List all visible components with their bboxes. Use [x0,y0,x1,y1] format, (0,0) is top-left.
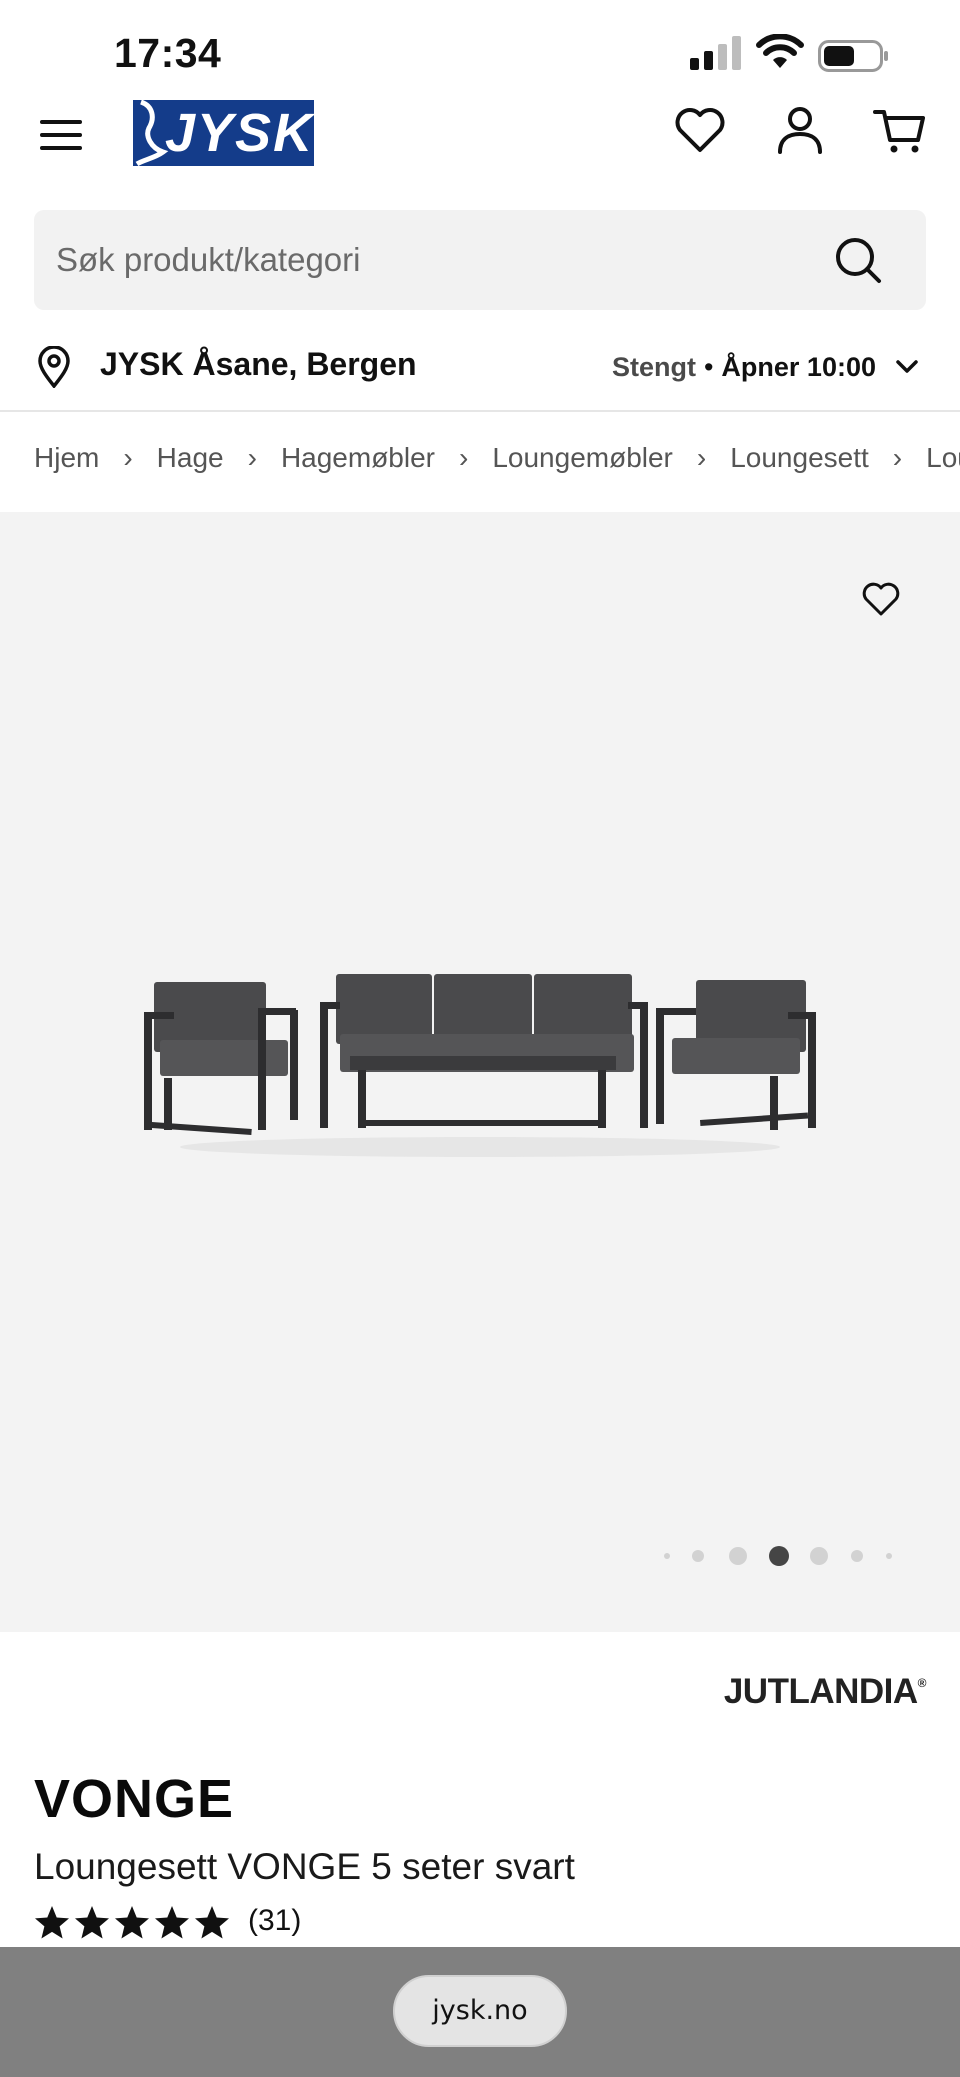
review-count: (31) [248,1904,302,1937]
product-image [144,974,816,1157]
status-bar: 17:34 [0,0,960,100]
product-image-gallery[interactable] [0,512,960,1632]
pagination-dot[interactable] [729,1547,747,1565]
store-opening-time: Åpner 10:00 [721,352,876,382]
location-pin-icon [38,346,70,388]
pagination-dot[interactable] [664,1553,670,1559]
breadcrumb-item-home[interactable]: Hjem [34,442,99,474]
registered-mark: ® [917,1676,927,1690]
chevron-right-icon: › [123,441,133,473]
pagination-dot-active[interactable] [769,1546,789,1566]
chevron-right-icon: › [696,441,707,473]
store-name: JYSK Åsane, Bergen [100,346,417,382]
menu-icon[interactable] [38,112,84,158]
brand-name: JUTLANDIA [723,1672,918,1711]
breadcrumb-item-garden[interactable]: Hage [157,442,224,474]
url-bar[interactable]: jysk.no [393,1975,567,2047]
pagination-dot[interactable] [851,1550,863,1562]
product-title: VONGE [34,1769,235,1829]
cart-icon[interactable] [872,102,928,158]
heart-icon[interactable] [672,102,728,158]
breadcrumb-item-lounge-furniture[interactable]: Loungemøbler [492,442,673,474]
store-separator: • [703,352,714,382]
pagination-dot[interactable] [886,1553,892,1559]
breadcrumb-item-lounge-sets[interactable]: Loungesett [730,442,869,474]
chevron-right-icon: › [459,441,469,473]
store-selector[interactable]: JYSK Åsane, Bergen Stengt • Åpner 10:00 [0,320,960,412]
breadcrumb-item-garden-furniture[interactable]: Hagemøbler [281,442,435,474]
pagination-dot[interactable] [810,1547,828,1565]
search-icon[interactable] [834,236,882,284]
site-header: JYSK [0,100,960,200]
breadcrumb-item-current[interactable]: Lou [926,442,960,474]
logo-text: JYSK [165,103,314,163]
browser-bottom-bar: jysk.no [0,1947,960,2077]
battery-icon [818,40,888,72]
star-rating-icon [35,1906,229,1939]
chevron-right-icon: › [892,441,903,473]
cellular-signal-icon [690,36,741,70]
pagination-dot[interactable] [692,1550,704,1562]
chevron-right-icon: › [247,441,257,473]
store-hours: Stengt • Åpner 10:00 [612,352,876,383]
store-status: Stengt [611,352,696,382]
search-input[interactable] [56,210,816,310]
user-icon[interactable] [772,102,828,158]
chevron-down-icon[interactable] [894,354,920,380]
brand-logo[interactable]: JUTLANDIA® [723,1672,927,1712]
favorite-heart-icon[interactable] [860,578,902,620]
search-bar [34,210,926,310]
wifi-icon [756,34,804,68]
status-time: 17:34 [114,30,222,76]
jysk-logo[interactable]: JYSK [133,100,314,166]
breadcrumb: Hjem › Hage › Hagemøbler › Loungemøbler › Lounge… [34,440,960,484]
product-subtitle: Loungesett VONGE 5 seter svart [34,1846,575,1887]
